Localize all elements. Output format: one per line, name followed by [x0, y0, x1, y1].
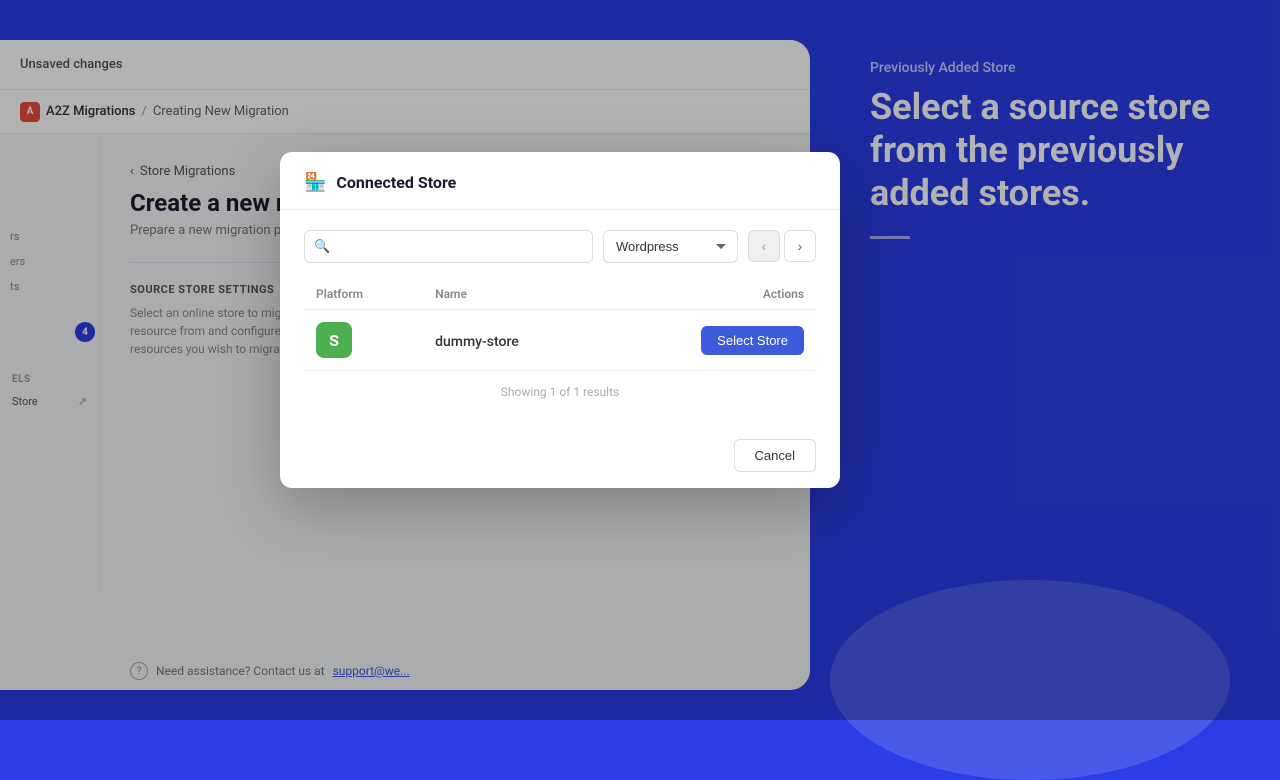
- search-filter-row: 🔍 Wordpress Shopify WooCommerce Magento …: [304, 230, 816, 263]
- table-header-row: Platform Name Actions: [304, 279, 816, 310]
- select-store-button[interactable]: Select Store: [701, 326, 804, 355]
- modal-header: 🏪 Connected Store: [280, 152, 840, 210]
- table-body: Sdummy-store Select Store: [304, 310, 816, 371]
- modal-title: Connected Store: [336, 173, 456, 192]
- modal-overlay: 🏪 Connected Store 🔍 Wordpress Shopify Wo…: [0, 0, 1280, 720]
- col-name: Name: [423, 279, 603, 310]
- next-page-button[interactable]: ›: [784, 230, 816, 262]
- modal-body: 🔍 Wordpress Shopify WooCommerce Magento …: [280, 210, 840, 427]
- col-actions: Actions: [603, 279, 816, 310]
- store-name: dummy-store: [435, 334, 519, 350]
- actions-cell: Select Store: [603, 310, 816, 371]
- connected-store-modal: 🏪 Connected Store 🔍 Wordpress Shopify Wo…: [280, 152, 840, 488]
- stores-table: Platform Name Actions Sdummy-store Select…: [304, 279, 816, 371]
- col-platform: Platform: [304, 279, 423, 310]
- platform-icon: S: [316, 322, 352, 358]
- nav-arrows: ‹ ›: [748, 230, 816, 263]
- modal-footer: Cancel: [280, 427, 840, 488]
- store-name-cell: dummy-store: [423, 310, 603, 371]
- results-text: Showing 1 of 1 results: [304, 371, 816, 407]
- platform-cell: S: [304, 310, 423, 371]
- table-row: Sdummy-store Select Store: [304, 310, 816, 371]
- prev-page-button[interactable]: ‹: [748, 230, 780, 262]
- cancel-button[interactable]: Cancel: [734, 439, 816, 472]
- search-icon: 🔍: [314, 239, 330, 254]
- table-header: Platform Name Actions: [304, 279, 816, 310]
- search-input[interactable]: [304, 230, 593, 263]
- modal-header-icon: 🏪: [304, 172, 326, 193]
- platform-filter-select[interactable]: Wordpress Shopify WooCommerce Magento: [603, 230, 738, 263]
- search-box: 🔍: [304, 230, 593, 263]
